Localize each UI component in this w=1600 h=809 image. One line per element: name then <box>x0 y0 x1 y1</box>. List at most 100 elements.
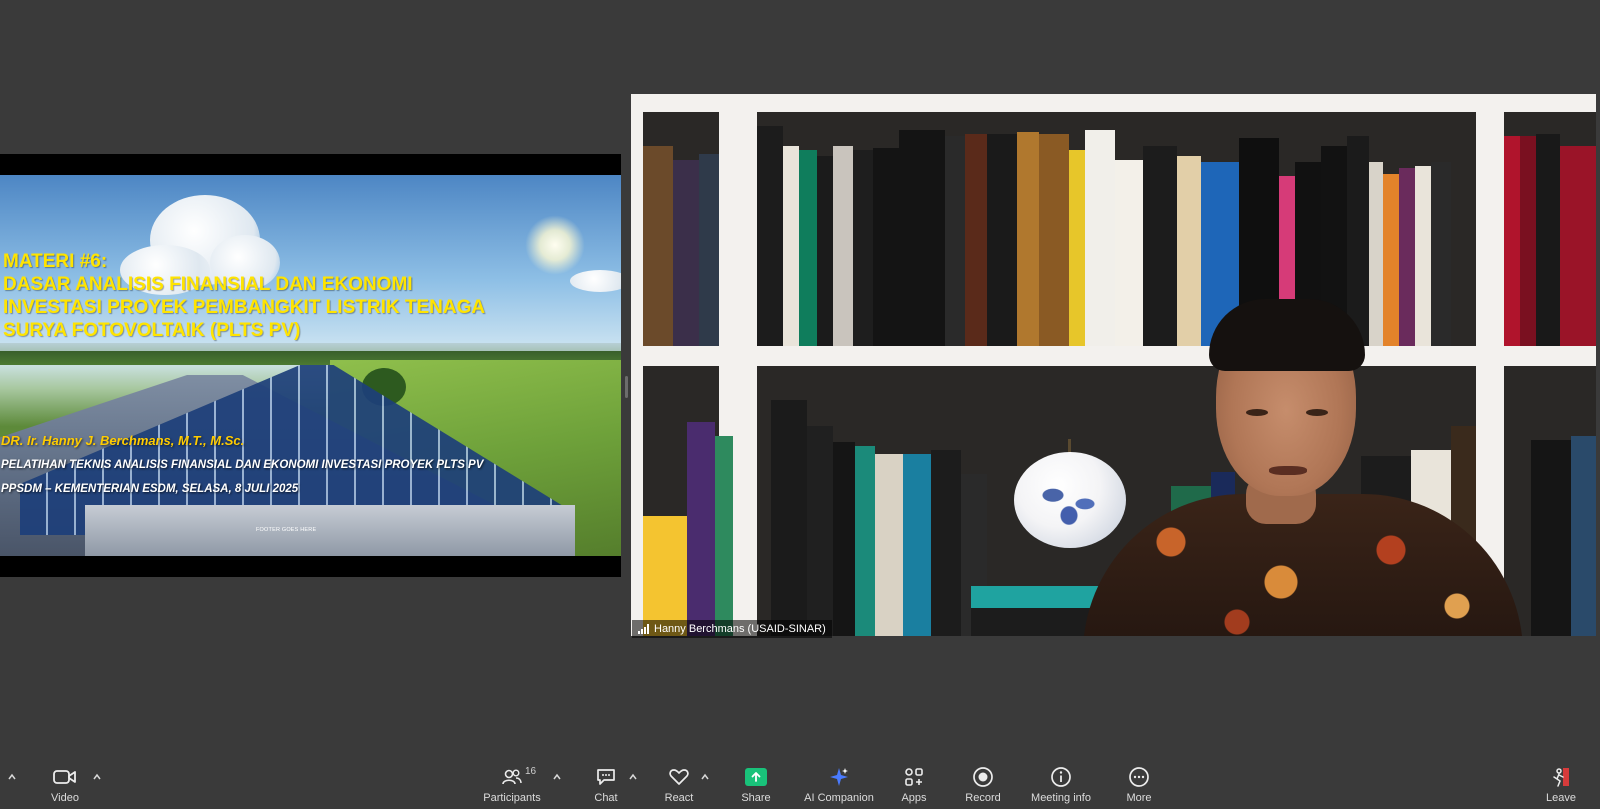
video-label: Video <box>51 792 79 804</box>
book <box>807 426 833 636</box>
video-options-caret[interactable] <box>92 769 102 780</box>
book <box>965 134 987 346</box>
video-camera-icon <box>53 764 77 790</box>
book <box>945 136 965 346</box>
slide-subtitle: PELATIHAN TEKNIS ANALISIS FINANSIAL DAN … <box>1 459 484 471</box>
heart-icon <box>668 764 690 790</box>
book <box>1383 174 1399 346</box>
book <box>855 446 875 636</box>
more-button[interactable]: More <box>1120 758 1158 809</box>
book <box>1085 130 1115 346</box>
more-label: More <box>1126 792 1152 804</box>
shared-screen-panel[interactable]: MATERI #6: DASAR ANALISIS FINANSIAL DAN … <box>0 154 621 577</box>
leave-button[interactable]: Leave <box>1544 758 1578 809</box>
book <box>987 134 1017 346</box>
meeting-info-label: Meeting info <box>1031 792 1091 804</box>
book <box>833 442 855 636</box>
speaker-eye <box>1306 409 1328 416</box>
participants-options-caret[interactable] <box>552 769 562 780</box>
leave-exit-icon <box>1550 764 1572 790</box>
book <box>873 148 899 346</box>
slide-title: MATERI #6: DASAR ANALISIS FINANSIAL DAN … <box>3 250 563 342</box>
book <box>799 150 817 346</box>
book <box>903 454 931 636</box>
book <box>1560 146 1596 346</box>
slide-title-line: MATERI #6: <box>3 251 108 272</box>
split-view-resize-handle[interactable] <box>625 376 628 398</box>
book <box>687 422 715 636</box>
apps-grid-icon <box>904 764 924 790</box>
participant-name: Hanny Berchmans (USAID-SINAR) <box>654 623 826 635</box>
participant-video-tile[interactable] <box>631 94 1596 636</box>
connection-signal-icon <box>638 624 649 634</box>
record-icon <box>972 764 994 790</box>
chat-bubble-icon <box>595 764 617 790</box>
presentation-slide: MATERI #6: DASAR ANALISIS FINANSIAL DAN … <box>0 175 621 556</box>
meeting-window: MATERI #6: DASAR ANALISIS FINANSIAL DAN … <box>0 0 1600 809</box>
book <box>1039 134 1069 346</box>
book <box>1531 440 1571 636</box>
ai-companion-button[interactable]: AI Companion <box>802 758 876 809</box>
book <box>1431 162 1451 346</box>
meeting-toolbar: Video Participants 16 Chat React Share A… <box>0 758 1600 809</box>
apps-label: Apps <box>901 792 927 804</box>
audio-options-caret[interactable] <box>7 769 17 780</box>
book <box>1571 436 1596 636</box>
book <box>699 154 719 346</box>
info-icon <box>1050 764 1072 790</box>
speaker-eye <box>1246 409 1268 416</box>
cloud-graphic <box>570 270 621 292</box>
book <box>1347 136 1369 346</box>
shelf-board <box>631 94 1596 112</box>
book <box>1536 134 1560 346</box>
slide-subtitle: PPSDM – KEMENTERIAN ESDM, SELASA, 8 JULI… <box>1 483 299 495</box>
video-button[interactable]: Video <box>40 758 90 809</box>
book <box>757 126 783 346</box>
leave-label: Leave <box>1546 792 1576 804</box>
speaker-hair <box>1209 299 1365 371</box>
book <box>1115 160 1143 346</box>
slide-title-line: SURYA FOTOVOLTAIK (PLTS PV) <box>3 320 301 341</box>
book <box>1369 162 1383 346</box>
book <box>771 400 807 636</box>
book <box>1399 168 1415 346</box>
book <box>1415 166 1431 346</box>
slide-footer: FOOTER GOES HERE <box>256 527 317 533</box>
book <box>1143 146 1177 346</box>
book <box>1069 150 1085 346</box>
book <box>853 150 873 346</box>
record-label: Record <box>965 792 1001 804</box>
vase-pattern <box>1029 472 1109 530</box>
chat-options-caret[interactable] <box>628 769 638 780</box>
book <box>783 146 799 346</box>
share-label: Share <box>741 792 771 804</box>
react-options-caret[interactable] <box>700 769 710 780</box>
participants-label: Participants <box>483 792 541 804</box>
book <box>1177 156 1201 346</box>
book <box>899 130 945 346</box>
slide-author: DR. Ir. Hanny J. Berchmans, M.T., M.Sc. <box>1 433 245 448</box>
react-label: React <box>664 792 694 804</box>
react-button[interactable]: React <box>658 758 700 809</box>
participant-name-label: Hanny Berchmans (USAID-SINAR) <box>632 620 832 638</box>
apps-button[interactable]: Apps <box>894 758 934 809</box>
book <box>1520 136 1536 346</box>
participants-icon <box>501 764 523 790</box>
meeting-info-button[interactable]: Meeting info <box>1028 758 1094 809</box>
more-dots-icon <box>1128 764 1150 790</box>
book <box>715 436 733 636</box>
slide-title-line: INVESTASI PROYEK PEMBANGKIT LISTRIK TENA… <box>3 297 486 318</box>
ai-companion-label: AI Companion <box>804 792 874 804</box>
record-button[interactable]: Record <box>962 758 1004 809</box>
sparkle-icon <box>828 764 850 790</box>
participants-count: 16 <box>525 766 537 777</box>
chat-button[interactable]: Chat <box>586 758 626 809</box>
share-button[interactable]: Share <box>736 758 776 809</box>
shelf-board <box>631 346 1596 366</box>
book-row-top <box>631 112 1596 346</box>
share-screen-icon <box>745 764 767 790</box>
slide-title-line: DASAR ANALISIS FINANSIAL DAN EKONOMI <box>3 274 413 295</box>
book <box>1504 136 1520 346</box>
speaker-mouth <box>1269 466 1307 475</box>
book <box>931 450 961 636</box>
